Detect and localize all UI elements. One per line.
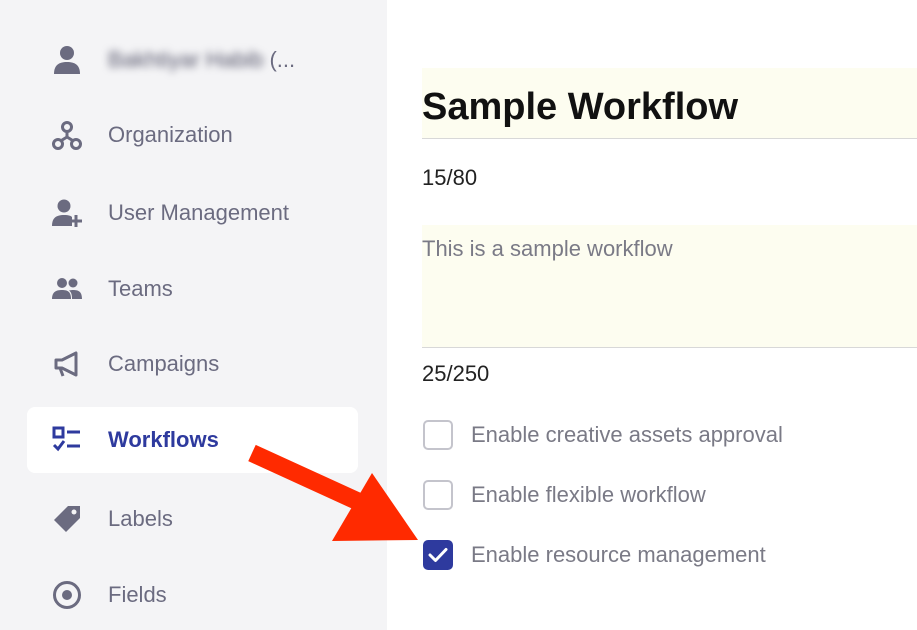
- sidebar-item-label: Workflows: [108, 427, 219, 452]
- workflow-title-input[interactable]: Sample Workflow: [422, 68, 917, 139]
- user-name-suffix: (...: [269, 47, 296, 72]
- option-creative-assets-approval[interactable]: Enable creative assets approval: [423, 418, 783, 452]
- tag-icon: [51, 503, 83, 535]
- checkbox-flexible-workflow[interactable]: [423, 480, 453, 510]
- user-add-icon: [51, 197, 83, 229]
- sidebar-item-user-management[interactable]: User Management: [27, 180, 358, 246]
- checklist-icon: [51, 424, 83, 456]
- checkbox-creative-assets-approval[interactable]: [423, 420, 453, 450]
- sidebar-item-label: Fields: [108, 582, 167, 607]
- sidebar-item-label: Labels: [108, 506, 173, 531]
- sidebar-item-fields[interactable]: Fields: [27, 562, 358, 628]
- option-flexible-workflow[interactable]: Enable flexible workflow: [423, 478, 706, 512]
- organization-icon: [51, 119, 83, 151]
- sidebar: Bakhtiyar Habib (... Organization User M…: [0, 0, 387, 630]
- sidebar-item-workflows[interactable]: Workflows: [27, 407, 358, 473]
- teams-icon: [51, 273, 83, 305]
- description-char-counter: 25/250: [422, 361, 490, 386]
- workflow-title-value: Sample Workflow: [422, 86, 739, 128]
- target-icon: [51, 579, 83, 611]
- sidebar-item-teams[interactable]: Teams: [27, 256, 358, 322]
- megaphone-icon: [51, 348, 83, 380]
- sidebar-item-labels[interactable]: Labels: [27, 486, 358, 552]
- option-label: Enable creative assets approval: [471, 422, 783, 447]
- sidebar-item-label: Campaigns: [108, 351, 220, 376]
- sidebar-item-label: User Management: [108, 200, 289, 225]
- workflow-description-value: This is a sample workflow: [422, 236, 673, 261]
- option-label: Enable resource management: [471, 542, 766, 567]
- option-label: Enable flexible workflow: [471, 482, 706, 507]
- workflow-editor: Sample Workflow 15/80 This is a sample w…: [387, 0, 917, 630]
- sidebar-user-profile[interactable]: Bakhtiyar Habib (...: [27, 27, 358, 93]
- workflow-description-input[interactable]: This is a sample workflow: [422, 225, 917, 348]
- sidebar-item-label: Teams: [108, 276, 173, 301]
- sidebar-item-campaigns[interactable]: Campaigns: [27, 331, 358, 397]
- app-window: Bakhtiyar Habib (... Organization User M…: [0, 0, 917, 630]
- title-char-counter: 15/80: [422, 165, 478, 190]
- user-icon: [51, 44, 83, 76]
- user-name: Bakhtiyar Habib: [108, 47, 264, 72]
- sidebar-item-organization[interactable]: Organization: [27, 102, 358, 168]
- sidebar-item-label: Organization: [108, 122, 233, 147]
- checkmark-icon: [428, 548, 448, 562]
- option-resource-management[interactable]: Enable resource management: [423, 538, 766, 572]
- checkbox-resource-management[interactable]: [423, 540, 453, 570]
